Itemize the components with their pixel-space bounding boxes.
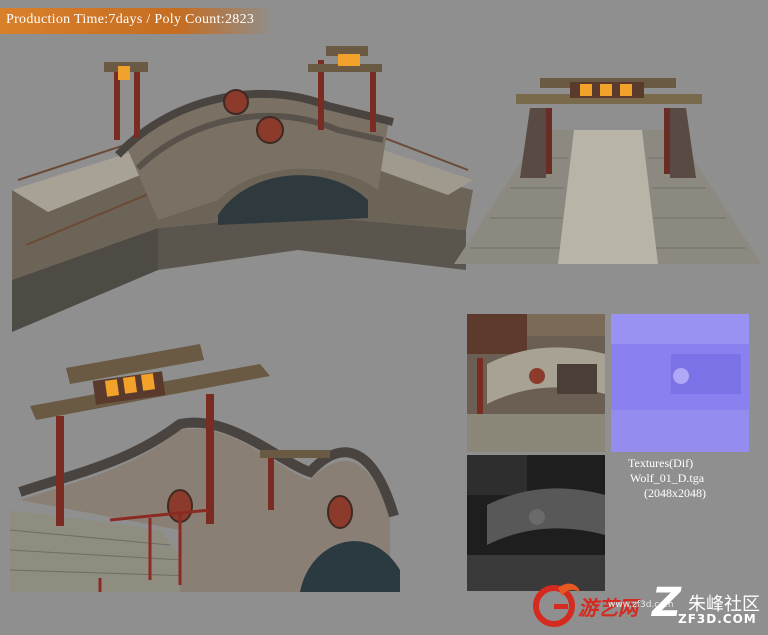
bridge-render-closeup [10, 344, 400, 592]
bridge-render-overview [12, 46, 473, 332]
texture-specular [467, 455, 605, 591]
texture-caption: Textures(Dif) Wolf_01_D.tga (2048x2048) [610, 456, 760, 501]
texture-caption-size: (2048x2048) [644, 486, 706, 500]
texture-caption-file: Wolf_01_D.tga [630, 471, 705, 485]
watermark-z-mark: Z [652, 580, 682, 626]
bridge-render-front [454, 78, 762, 264]
texture-diffuse [467, 314, 605, 452]
header-title: Production Time:7days / Poly Count:2823 [6, 12, 255, 27]
texture-caption-title: Textures(Dif) [628, 456, 694, 470]
texture-normal [611, 314, 749, 452]
watermark: 游艺网 www.zf3d.com Z 朱峰社区 ZF3D.COM [528, 574, 764, 630]
watermark-logo-icon [533, 583, 580, 627]
watermark-brand-site: ZF3D.COM [678, 612, 757, 626]
